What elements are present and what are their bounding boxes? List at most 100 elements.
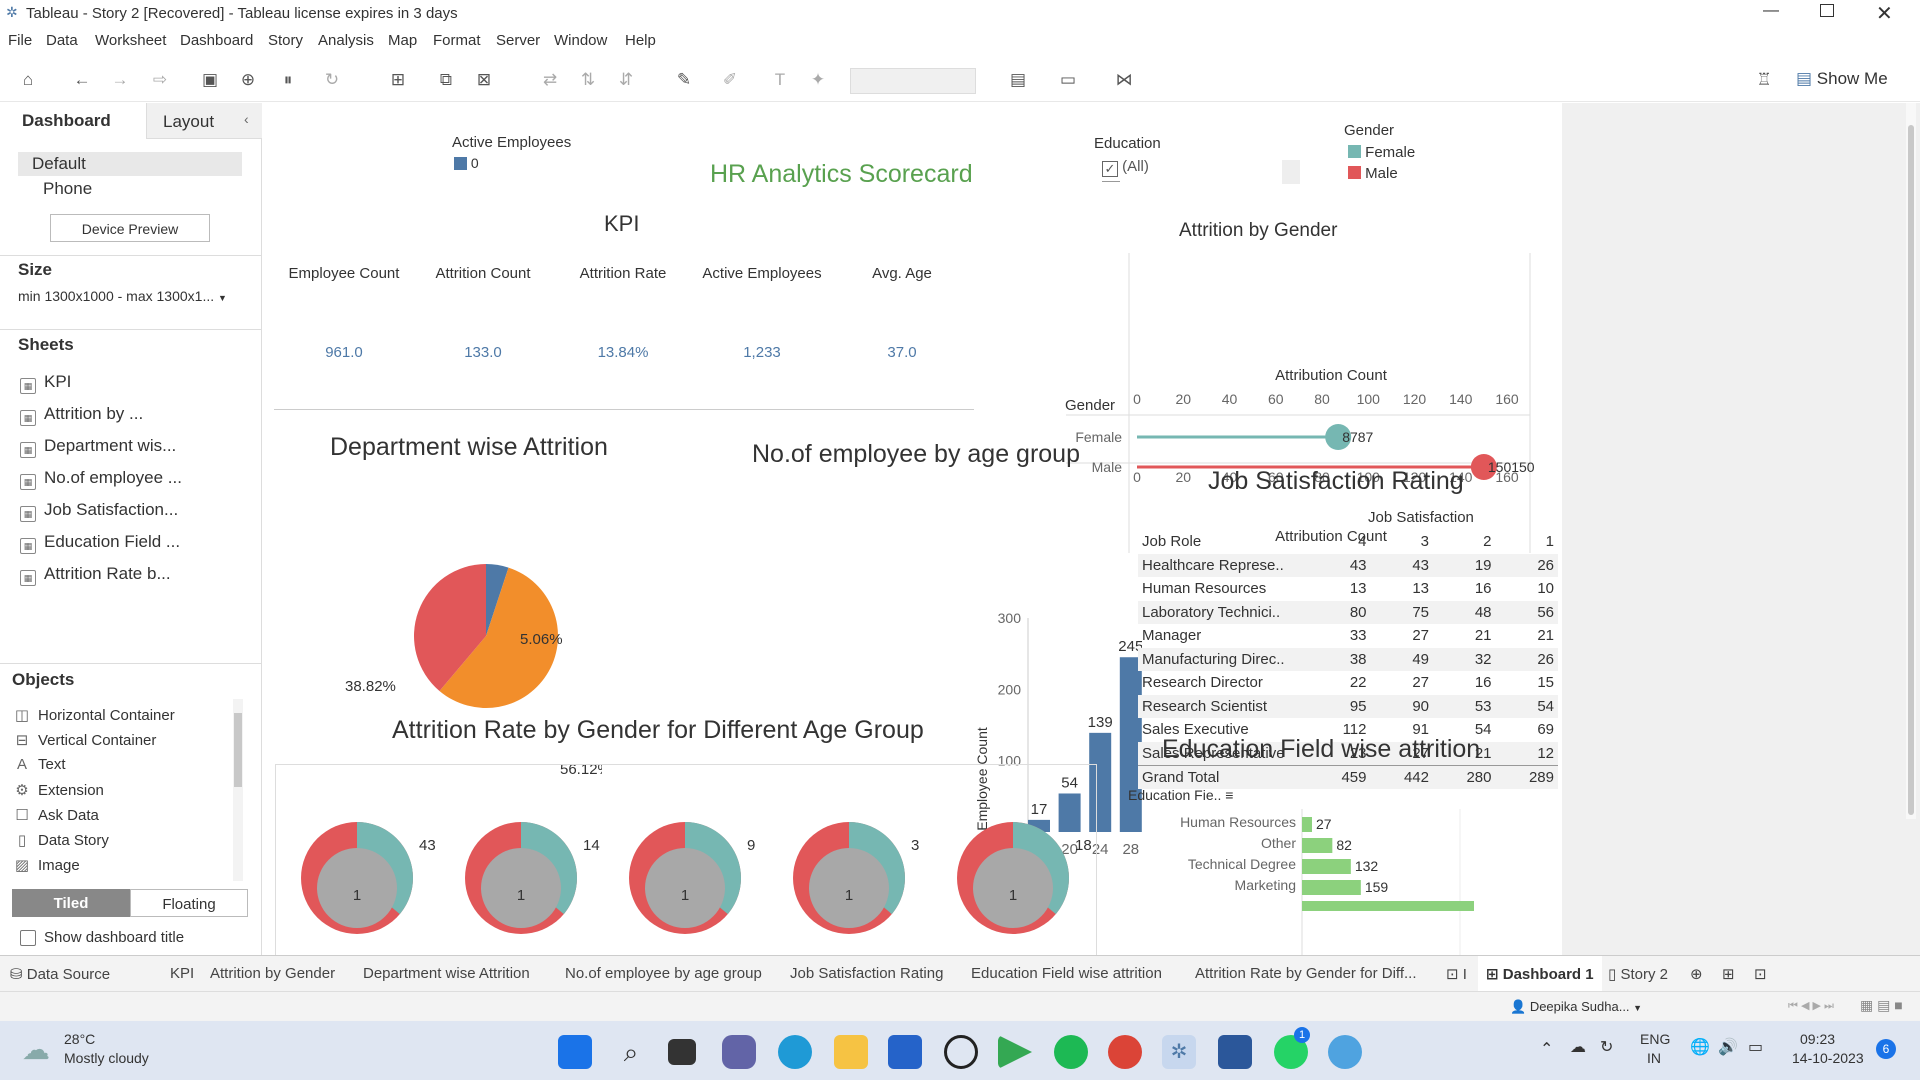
menu-analysis[interactable]: Analysis — [318, 32, 374, 49]
menu-data[interactable]: Data — [46, 32, 78, 49]
replay-icon[interactable]: ⇨ — [148, 68, 172, 92]
education-field-header[interactable]: Education Fie.. ≡ — [1128, 787, 1233, 803]
menu-format[interactable]: Format — [433, 32, 481, 49]
format-icon[interactable]: ♖ — [1752, 68, 1776, 92]
chrome-icon[interactable] — [1108, 1035, 1142, 1069]
show-cards-icon[interactable]: ▤ — [1006, 68, 1030, 92]
show-me-button[interactable]: ▤ Show Me — [1796, 69, 1888, 89]
object-text[interactable]: A Text — [14, 756, 66, 773]
minimize-button[interactable]: — — [1763, 2, 1779, 20]
active-employees-legend[interactable]: 0 — [454, 155, 479, 171]
search-icon[interactable]: ⌕ — [614, 1035, 648, 1069]
device-preview-button[interactable]: Device Preview — [50, 214, 210, 242]
sheet-item-kpi[interactable]: ▦ KPI — [20, 372, 71, 394]
user-menu[interactable]: 👤 Deepika Sudha... ▼ — [1510, 999, 1642, 1015]
tableau-icon[interactable]: ✲ — [1162, 1035, 1196, 1069]
education-filter-all[interactable]: ✓ (All) — [1102, 158, 1149, 177]
object-image[interactable]: ▨ Image — [14, 856, 80, 874]
show-title-checkbox[interactable] — [20, 930, 36, 946]
sheet-item-job[interactable]: ▦ Job Satisfaction... — [20, 500, 178, 522]
menu-map[interactable]: Map — [388, 32, 417, 49]
new-data-source-icon[interactable]: ⊕ — [236, 68, 260, 92]
fit-dropdown[interactable] — [850, 68, 976, 94]
tab-dashboard[interactable]: Dashboard — [0, 103, 146, 139]
object-data-story[interactable]: ▯ Data Story — [14, 831, 109, 849]
menu-help[interactable]: Help — [625, 32, 656, 49]
presentation-icon[interactable]: ▭ — [1056, 68, 1080, 92]
sheet-item-attrition-rate[interactable]: ▦ Attrition Rate b... — [20, 564, 171, 586]
pause-updates-icon[interactable]: ⏸ — [276, 68, 300, 92]
new-worksheet-tab-icon[interactable]: ⊕ — [1690, 965, 1703, 983]
gender-legend-male[interactable]: Male — [1348, 165, 1398, 182]
lang-in[interactable]: IN — [1647, 1050, 1661, 1066]
tableau-public-icon[interactable] — [1328, 1035, 1362, 1069]
object-vertical-container[interactable]: ⊟ Vertical Container — [14, 731, 157, 749]
nav-first-icon[interactable]: ⏮ ◀ ▶ ⏭ — [1788, 999, 1834, 1013]
maximize-button[interactable] — [1820, 4, 1834, 17]
device-phone[interactable]: Phone — [43, 179, 92, 199]
save-icon[interactable]: ▣ — [198, 68, 222, 92]
sort-desc-icon[interactable]: ⇵ — [614, 68, 638, 92]
clock-date[interactable]: 14-10-2023 — [1792, 1050, 1864, 1066]
age-gender-donuts[interactable]: 1 43 1 14 1 9 1 3 1 18 — [275, 764, 1097, 955]
undo-icon[interactable]: ← — [70, 68, 94, 92]
new-story-tab-icon[interactable]: ⊡ — [1754, 965, 1767, 983]
object-ask-data[interactable]: ☐ Ask Data — [14, 806, 99, 824]
collapse-icon[interactable]: ‹ — [244, 111, 249, 127]
tab-story-2[interactable]: ▯ Story 2 — [1608, 965, 1668, 983]
file-explorer-icon[interactable] — [834, 1035, 868, 1069]
dell-icon[interactable] — [944, 1035, 978, 1069]
education-field-chart[interactable]: Human Resources 27 Other 82 Technical Degree… — [1122, 809, 1562, 955]
globe-icon[interactable]: 🌐 — [1690, 1037, 1710, 1057]
teams-icon[interactable] — [722, 1035, 756, 1069]
network-cloud-icon[interactable]: ☁ — [1570, 1037, 1586, 1057]
home-icon[interactable]: ⌂ — [16, 68, 40, 92]
sort-asc-icon[interactable]: ⇅ — [576, 68, 600, 92]
share-icon[interactable]: ⋈ — [1112, 68, 1136, 92]
new-dashboard-tab-icon[interactable]: ⊞ — [1722, 965, 1735, 983]
vertical-scrollbar[interactable] — [1906, 103, 1916, 819]
sync-icon[interactable]: ↻ — [1600, 1037, 1613, 1057]
lang-eng[interactable]: ENG — [1640, 1031, 1670, 1047]
menu-dashboard[interactable]: Dashboard — [180, 32, 253, 49]
play-store-icon[interactable] — [998, 1035, 1032, 1069]
sheet-item-department[interactable]: ▦ Department wis... — [20, 436, 176, 458]
task-view-icon[interactable] — [668, 1039, 696, 1065]
highlight-icon[interactable]: ✎ — [672, 68, 696, 92]
sheet-item-employee[interactable]: ▦ No.of employee ... — [20, 468, 182, 490]
tiled-button[interactable]: Tiled — [12, 889, 130, 917]
tab-job-satisfaction[interactable]: Job Satisfaction Rating — [790, 965, 943, 982]
refresh-icon[interactable]: ↻ — [320, 68, 344, 92]
tab-department[interactable]: Department wise Attrition — [363, 965, 530, 982]
sheet-item-attrition[interactable]: ▦ Attrition by ... — [20, 404, 143, 426]
redo-icon[interactable]: → — [108, 68, 132, 92]
objects-scrollbar[interactable] — [233, 699, 243, 881]
tab-kpi[interactable]: KPI — [170, 965, 194, 982]
pin-icon[interactable]: ✦ — [806, 68, 830, 92]
tab-age-group[interactable]: No.of employee by age group — [565, 965, 762, 982]
volume-icon[interactable]: 🔊 — [1718, 1037, 1738, 1057]
battery-icon[interactable]: ▭ — [1748, 1037, 1763, 1057]
swap-icon[interactable]: ⇄ — [538, 68, 562, 92]
tab-data-source[interactable]: ⛁ Data Source — [10, 965, 110, 983]
start-icon[interactable] — [558, 1035, 592, 1069]
object-horizontal-container[interactable]: ◫ Horizontal Container — [14, 706, 175, 724]
menu-server[interactable]: Server — [496, 32, 540, 49]
object-extension[interactable]: ⚙ Extension — [14, 781, 104, 799]
tab-dashboard-1[interactable]: ⊞ Dashboard 1 — [1478, 956, 1602, 992]
device-default[interactable]: Default — [18, 152, 242, 176]
spotify-icon[interactable] — [1054, 1035, 1088, 1069]
menu-window[interactable]: Window — [554, 32, 607, 49]
menu-story[interactable]: Story — [268, 32, 303, 49]
new-worksheet-icon[interactable]: ⊞ — [386, 68, 410, 92]
grid-view-icon[interactable]: ▦ ▤ ■ — [1860, 997, 1903, 1014]
close-button[interactable]: ✕ — [1876, 1, 1893, 26]
gender-legend-female[interactable]: Female — [1348, 144, 1415, 161]
clock-time[interactable]: 09:23 — [1800, 1031, 1835, 1047]
chevron-up-icon[interactable]: ⌃ — [1540, 1039, 1553, 1059]
tab-education[interactable]: Education Field wise attrition — [971, 965, 1162, 982]
word-icon[interactable] — [1218, 1035, 1252, 1069]
menu-file[interactable]: File — [8, 32, 32, 49]
tab-attrition-gender[interactable]: Attrition by Gender — [210, 965, 335, 982]
floating-button[interactable]: Floating — [130, 889, 248, 917]
